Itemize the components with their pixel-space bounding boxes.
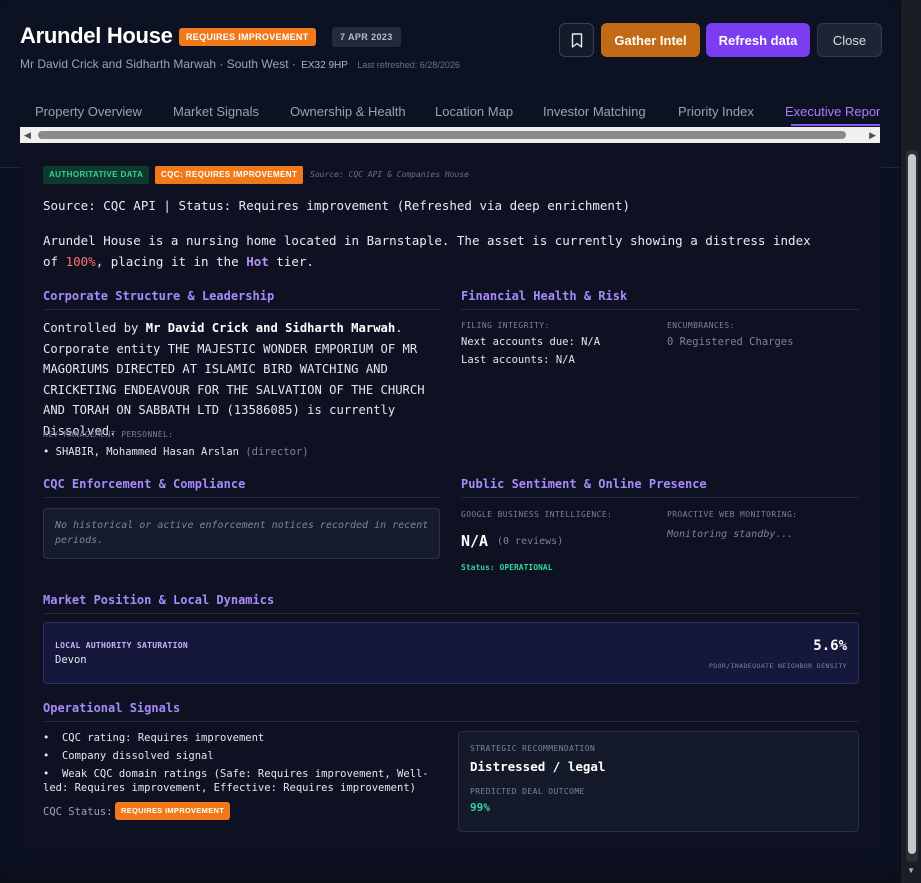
market-divider (43, 613, 859, 614)
financial-divider (461, 309, 859, 310)
operational-section-title: Operational Signals (43, 701, 181, 715)
personnel-name: SHABIR, Mohammed Hasan Arslan (55, 446, 239, 458)
status-badge: REQUIRES IMPROVEMENT (179, 28, 316, 46)
market-saturation-percent: 5.6% (813, 638, 847, 654)
enforcement-divider (43, 497, 440, 498)
source-note: Source: CQC API & Companies House (310, 170, 469, 179)
date-badge: 7 APR 2023 (332, 27, 401, 47)
operational-item-text: Weak CQC domain ratings (Safe: Requires … (43, 768, 429, 794)
corporate-text: Controlled by Mr David Crick and Sidhart… (43, 318, 443, 441)
page-scrollbar[interactable] (906, 150, 918, 862)
personnel-label: KEY MANAGEMENT PERSONNEL: (43, 430, 174, 439)
operational-divider (43, 721, 859, 722)
summary-paragraph: Arundel House is a nursing home located … (43, 230, 833, 272)
sentiment-divider (461, 497, 859, 498)
scroll-left-icon[interactable]: ◀ (24, 130, 31, 141)
summary-middle: , placing it in the (95, 254, 247, 269)
sentiment-section-title: Public Sentiment & Online Presence (461, 477, 707, 491)
last-refreshed: Last refreshed: 6/28/2026 (357, 60, 460, 70)
financial-section-title: Financial Health & Risk (461, 289, 628, 303)
outcome-label: PREDICTED DEAL OUTCOME (470, 787, 585, 796)
property-title: Arundel House (20, 23, 173, 48)
close-button[interactable]: Close (817, 23, 882, 57)
enforcement-notice: No historical or active enforcement noti… (55, 520, 429, 546)
refresh-data-button[interactable]: Refresh data (706, 23, 810, 57)
tab-investor-matching[interactable]: Investor Matching (543, 104, 646, 119)
active-tab-indicator (791, 124, 880, 126)
encumbrances-label: ENCUMBRANCES: (667, 321, 735, 330)
tab-bar: Property Overview Market Signals Ownersh… (20, 100, 880, 126)
next-accounts: Next accounts due: N/A (461, 336, 601, 348)
tab-market-signals[interactable]: Market Signals (173, 104, 259, 119)
authoritative-data-tag: AUTHORITATIVE DATA (43, 166, 150, 184)
property-subtitle: Mr David Crick and Sidharth Marwah · Sou… (20, 57, 460, 71)
tab-property-overview[interactable]: Property Overview (35, 104, 142, 119)
cqc-status-badge: REQUIRES IMPROVEMENT (115, 802, 231, 820)
google-intel-label: GOOGLE BUSINESS INTELLIGENCE: (461, 510, 613, 519)
postcode: EX32 9HP (301, 60, 348, 71)
scroll-right-icon[interactable]: ▶ (869, 130, 876, 141)
google-rating: N/A (461, 532, 489, 550)
operational-item: • Weak CQC domain ratings (Safe: Require… (43, 768, 429, 794)
strategic-label: STRATEGIC RECOMMENDATION (470, 744, 596, 753)
owners-region: Mr David Crick and Sidharth Marwah · Sou… (20, 57, 296, 71)
bookmark-icon (571, 32, 582, 48)
operational-item: • CQC rating: Requires improvement (43, 732, 265, 744)
distress-index: 100% (65, 254, 96, 269)
cqc-status-tag: CQC: REQUIRES IMPROVEMENT (155, 166, 304, 184)
google-reviews: (0 reviews) (497, 536, 564, 547)
enforcement-notice-box: No historical or active enforcement noti… (43, 508, 440, 559)
corporate-section-title: Corporate Structure & Leadership (43, 289, 275, 303)
page-scrollbar-thumb[interactable] (908, 154, 916, 854)
web-monitoring-label: PROACTIVE WEB MONITORING: (667, 510, 798, 519)
bookmark-button[interactable] (559, 23, 594, 57)
market-saturation-label: LOCAL AUTHORITY SATURATION (55, 641, 189, 650)
controllers: Mr David Crick and Sidharth Marwah (145, 321, 396, 335)
source-line: Source: CQC API | Status: Requires impro… (43, 198, 630, 213)
outcome-value: 99% (470, 801, 490, 814)
encumbrances-value: 0 Registered Charges (667, 336, 794, 348)
market-section-title: Market Position & Local Dynamics (43, 593, 275, 607)
web-monitoring-value: Monitoring standby... (667, 529, 794, 540)
tab-priority-index[interactable]: Priority Index (678, 104, 754, 119)
market-region: Devon (55, 654, 87, 666)
tier-label: Hot (246, 254, 269, 269)
corporate-divider (43, 309, 440, 310)
personnel-item: • SHABIR, Mohammed Hasan Arslan (directo… (43, 446, 309, 458)
filing-integrity-label: FILING INTEGRITY: (461, 321, 550, 330)
report-content: AUTHORITATIVE DATA CQC: REQUIRES IMPROVE… (22, 150, 881, 853)
personnel-role: (director) (245, 446, 309, 458)
market-saturation-sub: POOR/INADEQUATE NEIGHBOR DENSITY (708, 662, 847, 670)
cqc-status-label: CQC Status: (43, 806, 113, 818)
controlled-prefix: Controlled by (43, 321, 146, 335)
gather-intel-button[interactable]: Gather Intel (601, 23, 700, 57)
market-saturation-card: LOCAL AUTHORITY SATURATION Devon 5.6% PO… (43, 622, 859, 684)
tab-scrollbar[interactable]: ◀ ▶ (20, 127, 880, 143)
modal-header: Arundel House REQUIRES IMPROVEMENT 7 APR… (0, 0, 899, 168)
operational-status: Status: OPERATIONAL (461, 563, 553, 572)
operational-item-text: Company dissolved signal (61, 750, 214, 762)
scroll-down-icon[interactable]: ▼ (907, 866, 915, 875)
strategic-recommendation-card: STRATEGIC RECOMMENDATION Distressed / le… (458, 731, 859, 832)
tab-executive-report[interactable]: Executive Repor (785, 104, 880, 119)
enforcement-section-title: CQC Enforcement & Compliance (43, 477, 246, 491)
tab-scrollbar-thumb[interactable] (38, 131, 846, 139)
last-accounts: Last accounts: N/A (461, 354, 575, 366)
summary-suffix: tier. (268, 254, 314, 269)
operational-item-text: CQC rating: Requires improvement (61, 732, 265, 744)
property-modal: Arundel House REQUIRES IMPROVEMENT 7 APR… (0, 0, 899, 876)
tab-location-map[interactable]: Location Map (435, 104, 513, 119)
strategic-value: Distressed / legal (470, 759, 606, 774)
operational-item: • Company dissolved signal (43, 750, 214, 762)
tab-ownership-health[interactable]: Ownership & Health (290, 104, 406, 119)
